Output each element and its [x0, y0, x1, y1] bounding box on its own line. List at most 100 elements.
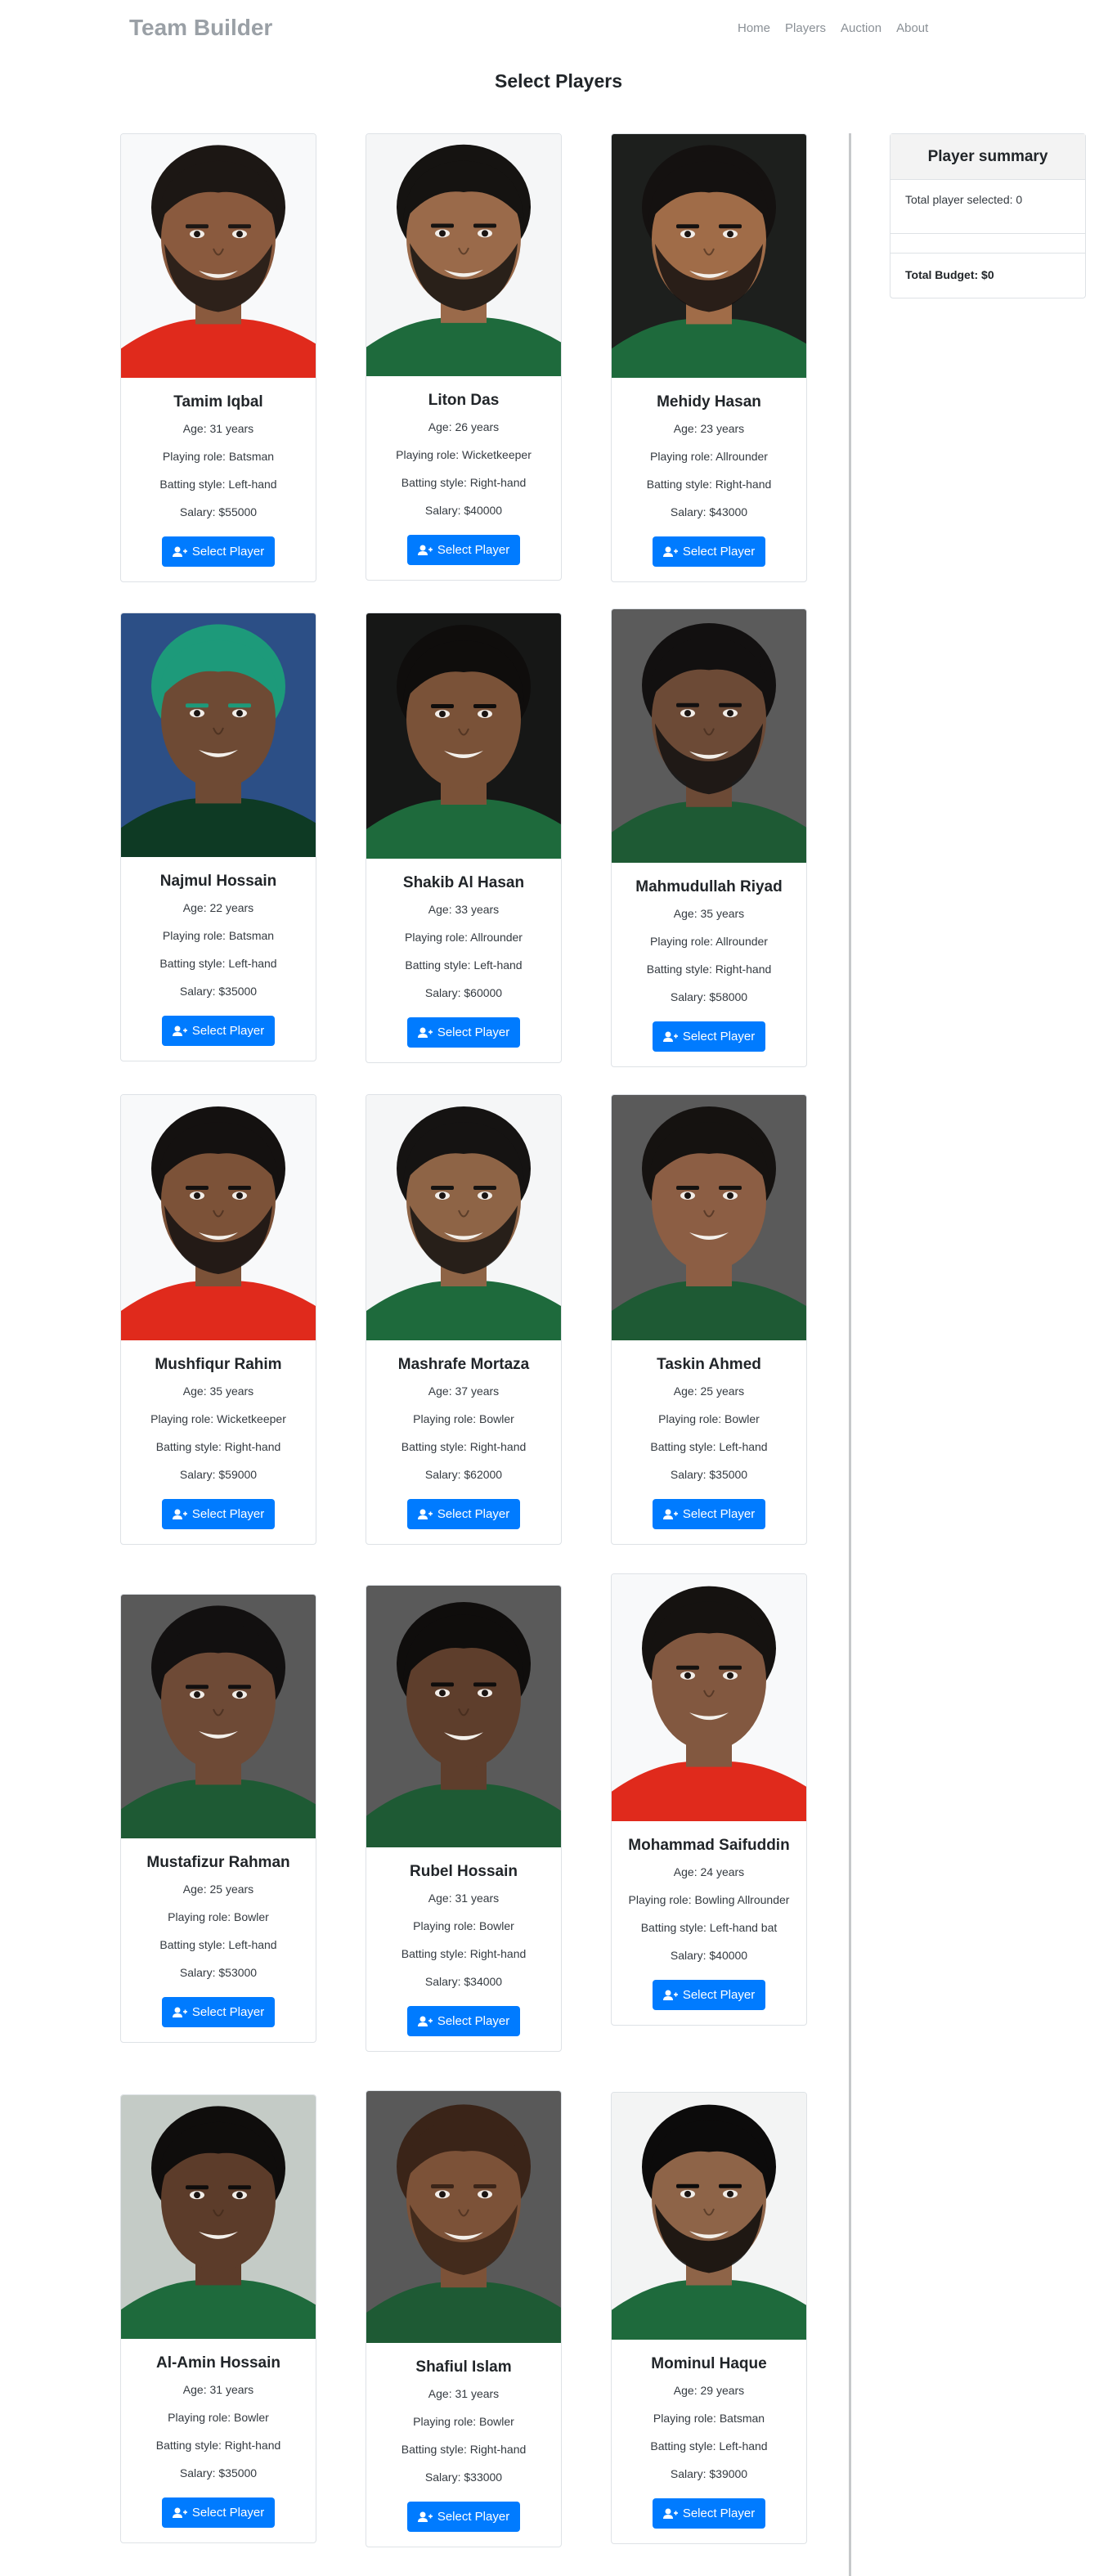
player-batting-style: Batting style: Right-hand — [401, 1440, 527, 1453]
player-photo-image — [612, 134, 806, 378]
select-player-button[interactable]: Select Player — [406, 2006, 521, 2036]
player-name: Mohammad Saifuddin — [628, 1837, 790, 1854]
player-card: Mohammad Saifuddin Age: 24 years Playing r… — [611, 1573, 807, 2026]
player-role: Playing role: Batsman — [162, 450, 275, 463]
player-batting-style: Batting style: Right-hand — [646, 478, 772, 491]
player-photo-image — [366, 1095, 561, 1340]
select-player-button[interactable]: Select Player — [406, 1499, 521, 1529]
player-card: Mashrafe Mortaza Age: 37 years Playing rol… — [366, 1094, 562, 1545]
user-plus-icon — [417, 2511, 433, 2522]
player-role: Playing role: Wicketkeeper — [150, 1412, 286, 1425]
user-plus-icon — [172, 1025, 187, 1036]
player-name: Shakib Al Hasan — [402, 874, 525, 891]
select-player-label: Select Player — [682, 1030, 756, 1043]
player-photo-image — [121, 1095, 316, 1340]
select-player-button[interactable]: Select Player — [161, 1016, 276, 1046]
user-plus-icon — [172, 2507, 187, 2518]
select-player-button[interactable]: Select Player — [161, 1997, 276, 2027]
player-card: Mushfiqur Rahim Age: 35 years Playing role… — [120, 1094, 316, 1545]
nav-link-auction[interactable]: Auction — [841, 21, 881, 35]
select-player-button[interactable]: Select Player — [652, 536, 766, 567]
player-name: Taskin Ahmed — [657, 1356, 761, 1373]
player-name: Mashrafe Mortaza — [397, 1356, 530, 1373]
player-photo-image — [366, 1586, 561, 1847]
user-plus-icon — [172, 546, 187, 557]
player-age: Age: 24 years — [673, 1865, 745, 1878]
player-photo-image — [121, 613, 316, 857]
user-plus-icon — [172, 2007, 187, 2017]
select-player-button[interactable]: Select Player — [406, 2502, 521, 2532]
user-plus-icon — [662, 1509, 678, 1519]
player-age: Age: 37 years — [428, 1384, 500, 1398]
player-card: Shakib Al Hasan Age: 33 years Playing role… — [366, 613, 562, 1063]
player-photo — [121, 613, 316, 857]
player-photo — [612, 1574, 806, 1821]
player-card: Mustafizur Rahman Age: 25 years Playing ro… — [120, 1594, 316, 2043]
player-age: Age: 23 years — [673, 422, 745, 435]
player-role: Playing role: Wicketkeeper — [396, 448, 532, 461]
summary-selected-list — [890, 234, 1085, 254]
column-divider — [849, 133, 851, 2576]
select-player-button[interactable]: Select Player — [652, 1021, 766, 1052]
player-batting-style: Batting style: Right-hand — [155, 1440, 281, 1453]
player-salary: Salary: $55000 — [179, 505, 258, 518]
player-role: Playing role: Allrounder — [405, 931, 523, 944]
brand-logo[interactable]: Team Builder — [129, 15, 272, 41]
nav-link-about[interactable]: About — [896, 21, 928, 35]
player-photo — [612, 2093, 806, 2340]
player-card: Shafiul Islam Age: 31 years Playing role: … — [366, 2090, 562, 2547]
select-player-button[interactable]: Select Player — [161, 2497, 276, 2528]
user-plus-icon — [417, 1027, 433, 1038]
select-player-label: Select Player — [437, 1507, 510, 1521]
player-salary: Salary: $33000 — [424, 2471, 503, 2484]
nav-link-home[interactable]: Home — [738, 21, 770, 35]
player-age: Age: 35 years — [182, 1384, 254, 1398]
player-salary: Salary: $39000 — [670, 2467, 748, 2480]
nav-link-players[interactable]: Players — [785, 21, 826, 35]
player-salary: Salary: $35000 — [179, 985, 258, 998]
player-role: Playing role: Bowler — [413, 2415, 514, 2428]
player-role: Playing role: Allrounder — [650, 450, 768, 463]
player-batting-style: Batting style: Left-hand bat — [640, 1921, 778, 1934]
player-summary-card: Player summary Total player selected: 0 … — [890, 133, 1086, 298]
select-player-button[interactable]: Select Player — [161, 536, 276, 567]
player-name: Al-Amin Hossain — [155, 2354, 281, 2372]
player-photo — [366, 613, 561, 859]
player-age: Age: 31 years — [428, 2387, 500, 2400]
player-age: Age: 26 years — [428, 420, 500, 433]
user-plus-icon — [172, 1509, 187, 1519]
player-card: Taskin Ahmed Age: 25 years Playing role: B… — [611, 1094, 807, 1545]
player-salary: Salary: $34000 — [424, 1975, 503, 1988]
select-player-label: Select Player — [191, 1024, 265, 1038]
summary-selected-count: Total player selected: 0 — [890, 180, 1085, 234]
player-photo — [366, 2091, 561, 2343]
player-photo-image — [121, 134, 316, 378]
select-player-label: Select Player — [437, 1025, 510, 1039]
player-salary: Salary: $62000 — [424, 1468, 503, 1481]
select-player-button[interactable]: Select Player — [652, 1499, 766, 1529]
select-player-label: Select Player — [682, 2506, 756, 2520]
select-player-button[interactable]: Select Player — [406, 535, 521, 565]
player-photo-image — [612, 2093, 806, 2340]
player-card: Al-Amin Hossain Age: 31 years Playing role… — [120, 2094, 316, 2543]
player-name: Najmul Hossain — [159, 873, 277, 890]
player-name: Mehidy Hasan — [657, 393, 761, 411]
select-player-button[interactable]: Select Player — [652, 2498, 766, 2529]
player-photo-image — [612, 1095, 806, 1340]
player-batting-style: Batting style: Right-hand — [155, 2439, 281, 2452]
player-photo — [366, 134, 561, 376]
player-batting-style: Batting style: Left-hand — [159, 957, 277, 970]
player-name: Mahmudullah Riyad — [635, 878, 783, 895]
select-player-label: Select Player — [191, 1507, 265, 1521]
player-salary: Salary: $35000 — [179, 2466, 258, 2480]
player-role: Playing role: Batsman — [653, 2412, 765, 2425]
select-player-button[interactable]: Select Player — [652, 1980, 766, 2010]
select-player-button[interactable]: Select Player — [161, 1499, 276, 1529]
select-player-label: Select Player — [682, 1988, 756, 2002]
player-photo — [121, 2095, 316, 2339]
player-role: Playing role: Bowler — [413, 1919, 514, 1932]
navbar: Team Builder Home Players Auction About — [0, 0, 1117, 57]
player-role: Playing role: Bowler — [658, 1412, 760, 1425]
select-player-button[interactable]: Select Player — [406, 1017, 521, 1048]
player-card: Tamim Iqbal Age: 31 years Playing role: Ba… — [120, 133, 316, 582]
